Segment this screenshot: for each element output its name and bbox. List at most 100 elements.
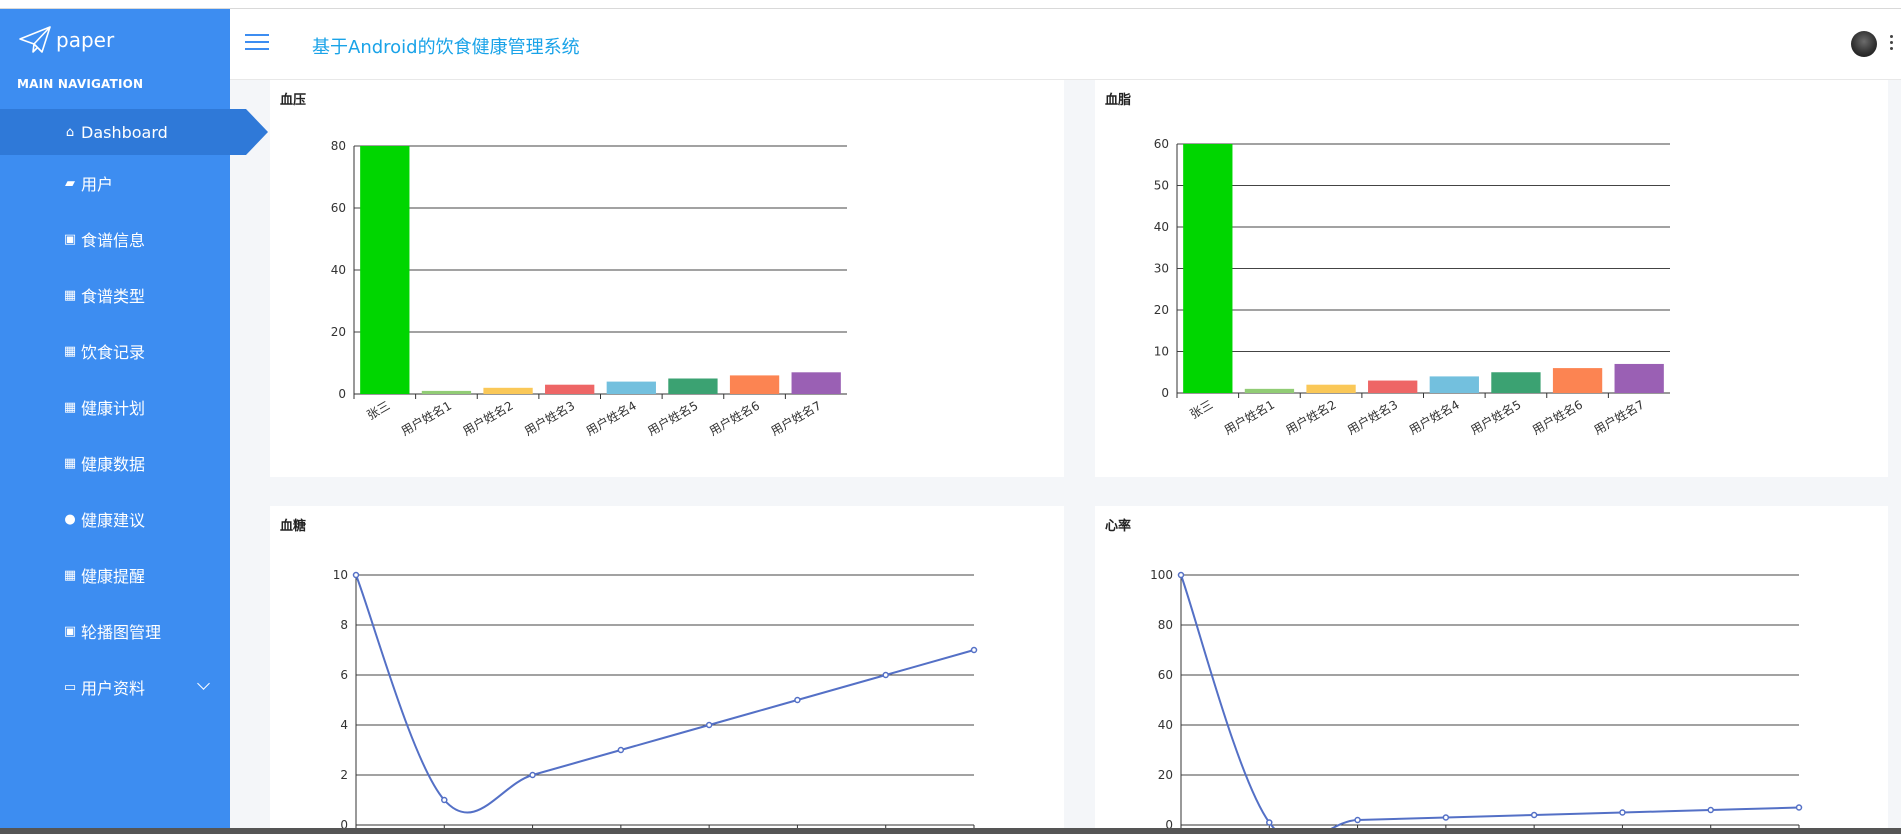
- sidebar-item-health-advice[interactable]: ● 健康建议: [0, 491, 230, 547]
- sidebar-item-label: 用户资料: [81, 679, 146, 698]
- sidebar-item-label: Dashboard: [81, 122, 168, 142]
- sidebar-item-health-reminders[interactable]: ▦ 健康提醒: [0, 547, 230, 603]
- paper-plane-icon: [19, 26, 51, 53]
- y-tick-label: 80: [1158, 618, 1173, 632]
- sidebar-item-profile[interactable]: ▭ 用户资料: [0, 659, 230, 715]
- x-tick-label: 用户姓名6: [1529, 397, 1585, 438]
- y-tick-label: 8: [340, 618, 348, 632]
- more-options-icon[interactable]: [1890, 35, 1894, 53]
- top-border: [0, 0, 1901, 9]
- chart-card-blood-lipid: 血脂 0 10 20 30 40 50 60 张三 用户姓名1 用户姓名2 用户姓名3 用户姓名4 用户…: [1095, 80, 1888, 477]
- user-card-icon: ▰: [65, 175, 75, 191]
- x-tick-label: 用户姓名4: [1406, 397, 1462, 438]
- data-point: [617, 746, 625, 754]
- logo[interactable]: paper: [18, 25, 114, 55]
- x-tick-label: 用户姓名3: [522, 398, 578, 439]
- x-tick-label: 用户姓名2: [460, 398, 516, 439]
- bar: [1491, 372, 1541, 393]
- blood-lipid-chart: 0 10 20 30 40 50 60 张三 用户姓名1 用户姓名2 用户姓名3 用户姓名4 用户姓名5…: [1154, 137, 1670, 438]
- y-tick-label: 60: [1154, 137, 1169, 151]
- data-point: [1266, 819, 1273, 826]
- sidebar-item-health-plans[interactable]: ▦ 健康计划: [0, 379, 230, 435]
- y-tick-label: 20: [1158, 768, 1173, 782]
- data-point: [441, 796, 448, 804]
- calendar-icon: ▭: [63, 679, 77, 695]
- clipboard-icon: ▣: [63, 623, 77, 639]
- x-tick-label: 用户姓名2: [1283, 397, 1339, 438]
- y-tick-label: 6: [340, 668, 348, 682]
- x-tick-label: 用户姓名4: [583, 398, 639, 439]
- grid-icon: ▦: [63, 399, 77, 415]
- y-tick-label: 60: [1158, 668, 1173, 682]
- sidebar-item-dashboard[interactable]: ⌂ Dashboard: [0, 109, 268, 155]
- grid-icon: ▦: [63, 567, 77, 583]
- sidebar-item-label: 食谱类型: [81, 287, 146, 306]
- sidebar-item-label: 饮食记录: [81, 343, 146, 362]
- x-tick-label: 用户姓名5: [1468, 397, 1524, 438]
- bar: [1368, 380, 1418, 393]
- logo-text: paper: [56, 28, 115, 52]
- y-tick-label: 50: [1154, 179, 1169, 193]
- x-tick-label: 用户姓名7: [1591, 397, 1647, 438]
- home-icon: ⌂: [65, 124, 75, 140]
- avatar[interactable]: [1851, 31, 1877, 57]
- data-point: [1619, 809, 1626, 816]
- y-tick-label: 2: [340, 768, 348, 782]
- sidebar-item-recipe-types[interactable]: ▦ 食谱类型: [0, 267, 230, 323]
- sidebar-item-diet-records[interactable]: ▦ 饮食记录: [0, 323, 230, 379]
- data-point: [1177, 571, 1185, 579]
- page-title: 基于Android的饮食健康管理系统: [312, 37, 580, 58]
- data-point: [1442, 814, 1450, 821]
- chevron-down-icon: [197, 677, 210, 690]
- bar: [1614, 363, 1664, 393]
- bar: [1552, 368, 1603, 393]
- x-tick-label: 用户姓名5: [645, 398, 701, 439]
- grid-icon: ▦: [63, 455, 77, 471]
- data-point: [794, 696, 801, 704]
- heart-rate-chart: 020406080100: [1150, 568, 1803, 834]
- data-point: [529, 771, 536, 779]
- sidebar-item-label: 食谱信息: [81, 231, 146, 250]
- y-tick-label: 100: [1150, 568, 1173, 582]
- bar: [1183, 144, 1233, 393]
- grid-icon: ▦: [63, 287, 77, 303]
- y-tick-label: 40: [1154, 220, 1169, 234]
- y-tick-label: 60: [331, 201, 346, 215]
- grid-icon: ▦: [63, 343, 77, 359]
- blood-pressure-chart: 020406080张三 用户姓名1 用户姓名2 用户姓名3 用户姓名4 用户姓名5 用户姓名…: [331, 139, 847, 439]
- person-icon: ●: [64, 511, 76, 527]
- y-tick-label: 20: [1154, 303, 1169, 317]
- y-tick-label: 10: [333, 568, 348, 582]
- data-point: [1530, 811, 1538, 819]
- menu-toggle-icon[interactable]: [245, 34, 269, 54]
- y-tick-label: 0: [1161, 386, 1169, 400]
- data-point: [1354, 816, 1361, 824]
- sidebar-item-recipes[interactable]: ▣ 食谱信息: [0, 211, 230, 267]
- series-line: [355, 574, 975, 814]
- y-tick-label: 0: [338, 387, 346, 401]
- data-point: [970, 646, 978, 654]
- sidebar-item-health-data[interactable]: ▦ 健康数据: [0, 435, 230, 491]
- x-tick-label: 张三: [365, 398, 393, 422]
- sidebar: paper MAIN NAVIGATION ⌂ Dashboard ▰ 用户 ▣ 食谱…: [0, 9, 268, 834]
- sidebar-item-label: 健康建议: [81, 511, 146, 530]
- chart-card-blood-pressure: 血压 0 20 40 60 80 张三 用户姓名1 用户姓名2 用户姓名3 用户姓名4 用户姓名5 用…: [270, 80, 1064, 477]
- sidebar-item-label: 轮播图管理: [81, 623, 162, 642]
- bar: [1429, 376, 1479, 393]
- bar: [791, 372, 841, 394]
- bar: [483, 387, 533, 394]
- sidebar-item-users[interactable]: ▰ 用户: [0, 155, 230, 211]
- series-line: [1180, 574, 1800, 834]
- clipboard-icon: ▣: [63, 231, 77, 247]
- top-header: 基于Android的饮食健康管理系统: [230, 9, 1901, 80]
- y-tick-label: 30: [1154, 262, 1169, 276]
- bar: [1244, 388, 1295, 393]
- data-point: [1707, 806, 1714, 814]
- sidebar-item-carousel[interactable]: ▣ 轮播图管理: [0, 603, 230, 659]
- sidebar-item-label: 健康计划: [81, 399, 146, 418]
- sidebar-item-label: 健康数据: [81, 455, 146, 474]
- blood-sugar-chart: 0246810: [333, 568, 978, 832]
- bar: [545, 384, 595, 394]
- x-tick-label: 张三: [1188, 397, 1216, 421]
- y-tick-label: 20: [331, 325, 346, 339]
